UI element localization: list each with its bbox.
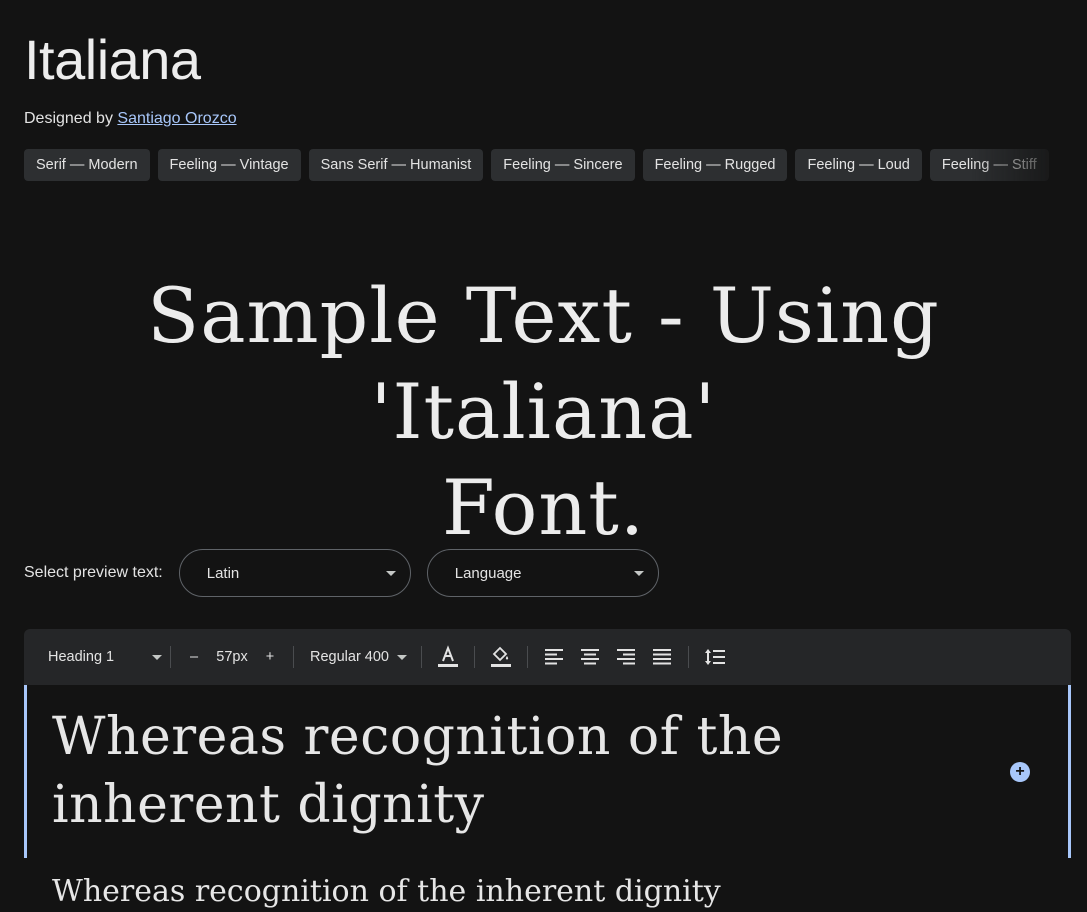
font-weight-value: Regular 400 — [310, 649, 389, 665]
editor-heading-text[interactable]: Whereas recognition of the inherent dign… — [52, 703, 952, 839]
tag-sans-serif-humanist[interactable]: Sans Serif — Humanist — [308, 149, 484, 181]
font-weight-select[interactable]: Regular 400 — [302, 649, 413, 665]
toolbar-divider — [293, 646, 294, 668]
text-color-icon[interactable] — [430, 642, 466, 672]
font-size-value[interactable]: 57px — [209, 649, 255, 665]
preview-label: Select preview text: — [24, 564, 163, 581]
text-style-value: Heading 1 — [48, 649, 115, 665]
tag-feeling-vintage[interactable]: Feeling — Vintage — [157, 149, 301, 181]
fill-color-icon[interactable] — [483, 642, 519, 672]
tag-serif-modern[interactable]: Serif — Modern — [24, 149, 150, 181]
tag-feeling-sincere[interactable]: Feeling — Sincere — [491, 149, 635, 181]
toolbar-divider — [474, 646, 475, 668]
decrease-size-button[interactable]: – — [179, 642, 209, 672]
script-select[interactable]: Latin — [178, 549, 411, 597]
add-circle-icon[interactable]: + — [1010, 762, 1030, 782]
chevron-down-icon — [385, 570, 396, 576]
toolbar-divider — [527, 646, 528, 668]
align-center-icon[interactable] — [572, 642, 608, 672]
editor-toolbar: Heading 1 – 57px + Regular 400 — [24, 629, 1071, 685]
increase-size-button[interactable]: + — [255, 642, 285, 672]
align-left-icon[interactable] — [536, 642, 572, 672]
hero-sample-text: Sample Text - Using 'Italiana' Font. — [40, 268, 1047, 556]
align-justify-icon[interactable] — [644, 642, 680, 672]
chevron-down-icon — [397, 654, 407, 660]
preview-text-selector: Select preview text: Latin Language — [24, 549, 675, 597]
toolbar-divider — [688, 646, 689, 668]
designer-link[interactable]: Santiago Orozco — [117, 110, 236, 127]
text-style-select[interactable]: Heading 1 — [48, 649, 162, 665]
chevron-down-icon — [633, 570, 644, 576]
font-title: Italiana — [24, 28, 201, 91]
tag-list: Serif — Modern Feeling — Vintage Sans Se… — [24, 149, 1068, 181]
script-select-value: Latin — [206, 564, 240, 582]
editor-paragraph-text[interactable]: Whereas recognition of the inherent dign… — [52, 872, 1052, 912]
hero-line-1: Sample Text - Using 'Italiana' — [147, 271, 940, 456]
chevron-down-icon — [152, 654, 162, 660]
line-height-icon[interactable] — [697, 642, 733, 672]
tag-feeling-rugged[interactable]: Feeling — Rugged — [642, 149, 788, 181]
align-right-icon[interactable] — [608, 642, 644, 672]
designer-line: Designed by Santiago Orozco — [24, 110, 237, 128]
tag-feeling-stiff[interactable]: Feeling — Stiff — [929, 149, 1049, 181]
designed-by-label: Designed by — [24, 110, 113, 127]
language-select[interactable]: Language — [426, 549, 659, 597]
tag-feeling-loud[interactable]: Feeling — Loud — [795, 149, 922, 181]
toolbar-divider — [421, 646, 422, 668]
toolbar-divider — [170, 646, 171, 668]
preview-editor[interactable]: Whereas recognition of the inherent dign… — [24, 685, 1071, 858]
language-select-value: Language — [454, 564, 522, 582]
hero-line-2: Font. — [442, 463, 645, 552]
